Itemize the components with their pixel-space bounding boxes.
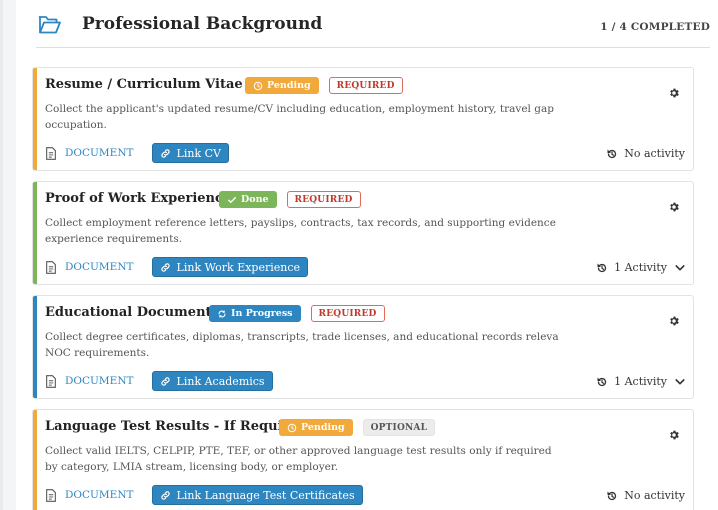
document-icon <box>45 147 57 160</box>
link-button-label: Link Work Experience <box>176 260 301 274</box>
card-title: Language Test Results - If Required <box>45 419 307 434</box>
activity-label: 1 Activity <box>614 375 667 388</box>
link-work-experience-button[interactable]: Link Work Experience <box>151 257 309 277</box>
card-description: Collect the applicant's updated resume/C… <box>45 103 554 131</box>
status-badge-pending: Pending <box>245 77 319 94</box>
card-description: Collect valid IELTS, CELPIP, PTE, TEF, o… <box>45 445 552 473</box>
card-title: Educational Documents <box>45 305 219 320</box>
gear-icon[interactable] <box>668 315 680 327</box>
status-badge-pending: Pending <box>279 419 353 436</box>
clock-icon <box>253 81 263 91</box>
check-icon <box>227 195 237 205</box>
card-accent-bar <box>33 296 37 398</box>
checklist-card-resume: Resume / Curriculum Vitae Pending REQUIR… <box>32 67 694 171</box>
left-border <box>0 0 3 510</box>
card-title: Resume / Curriculum Vitae <box>45 77 243 92</box>
card-actions: DOCUMENT Link Work Experience <box>45 257 309 277</box>
card-title: Proof of Work Experience <box>45 191 232 206</box>
history-icon <box>606 490 618 502</box>
card-accent-bar <box>33 182 37 284</box>
link-icon <box>160 490 171 501</box>
sync-icon <box>217 309 227 319</box>
link-academics-button[interactable]: Link Academics <box>151 371 273 391</box>
card-actions: DOCUMENT Link Language Test Certificates <box>45 485 363 505</box>
history-icon <box>606 148 618 160</box>
card-description: Collect degree certificates, diplomas, t… <box>45 331 559 359</box>
activity-label: No activity <box>624 489 685 502</box>
link-button-label: Link CV <box>176 146 221 160</box>
chevron-down-icon <box>675 264 685 272</box>
activity-label: No activity <box>624 147 685 160</box>
card-description: Collect employment reference letters, pa… <box>45 217 556 245</box>
document-icon <box>45 375 57 388</box>
activity-toggle[interactable]: 1 Activity <box>596 375 685 388</box>
card-actions: DOCUMENT Link CV <box>45 143 229 163</box>
gear-icon[interactable] <box>668 87 680 99</box>
link-icon <box>160 262 171 273</box>
checklist-card-language-test: Language Test Results - If Required Pend… <box>32 409 694 510</box>
clock-icon <box>287 423 297 433</box>
checklist-card-work-experience: Proof of Work Experience Done REQUIRED C… <box>32 181 694 285</box>
link-button-label: Link Academics <box>176 374 265 388</box>
card-actions: DOCUMENT Link Academics <box>45 371 273 391</box>
section-header: Professional Background 1 / 4 COMPLETED <box>36 12 710 48</box>
checklist-panel: Professional Background 1 / 4 COMPLETED … <box>16 0 718 510</box>
status-label: In Progress <box>231 308 293 319</box>
document-type-link[interactable]: DOCUMENT <box>65 261 134 273</box>
document-icon <box>45 489 57 502</box>
requirement-badge: REQUIRED <box>328 77 403 94</box>
document-type-link[interactable]: DOCUMENT <box>65 375 134 387</box>
status-badge-done: Done <box>219 191 277 208</box>
section-title: Professional Background <box>82 14 323 34</box>
card-accent-bar <box>33 68 37 170</box>
link-icon <box>160 376 171 387</box>
activity-label: 1 Activity <box>614 261 667 274</box>
status-label: Pending <box>301 422 345 433</box>
link-cv-button[interactable]: Link CV <box>151 143 229 163</box>
link-button-label: Link Language Test Certificates <box>176 488 355 502</box>
document-icon <box>45 261 57 274</box>
link-language-test-button[interactable]: Link Language Test Certificates <box>151 485 363 505</box>
gear-icon[interactable] <box>668 201 680 213</box>
card-badges: Pending REQUIRED <box>245 77 403 94</box>
activity-status: No activity <box>606 489 685 502</box>
document-type-link[interactable]: DOCUMENT <box>65 147 134 159</box>
checklist-card-education: Educational Documents In Progress REQUIR… <box>32 295 694 399</box>
history-icon <box>596 262 608 274</box>
status-label: Pending <box>267 80 311 91</box>
requirement-badge: REQUIRED <box>286 191 361 208</box>
card-badges: In Progress REQUIRED <box>209 305 385 322</box>
card-badges: Pending OPTIONAL <box>279 419 436 436</box>
card-accent-bar <box>33 410 37 510</box>
requirement-badge: OPTIONAL <box>362 419 436 436</box>
requirement-badge: REQUIRED <box>310 305 385 322</box>
status-badge-in-progress: In Progress <box>209 305 301 322</box>
gear-icon[interactable] <box>668 429 680 441</box>
completion-counter: 1 / 4 COMPLETED <box>600 21 710 33</box>
link-icon <box>160 148 171 159</box>
activity-toggle[interactable]: 1 Activity <box>596 261 685 274</box>
status-label: Done <box>241 194 269 205</box>
activity-status: No activity <box>606 147 685 160</box>
folder-open-icon <box>38 16 61 34</box>
document-type-link[interactable]: DOCUMENT <box>65 489 134 501</box>
card-badges: Done REQUIRED <box>219 191 361 208</box>
history-icon <box>596 376 608 388</box>
chevron-down-icon <box>675 378 685 386</box>
